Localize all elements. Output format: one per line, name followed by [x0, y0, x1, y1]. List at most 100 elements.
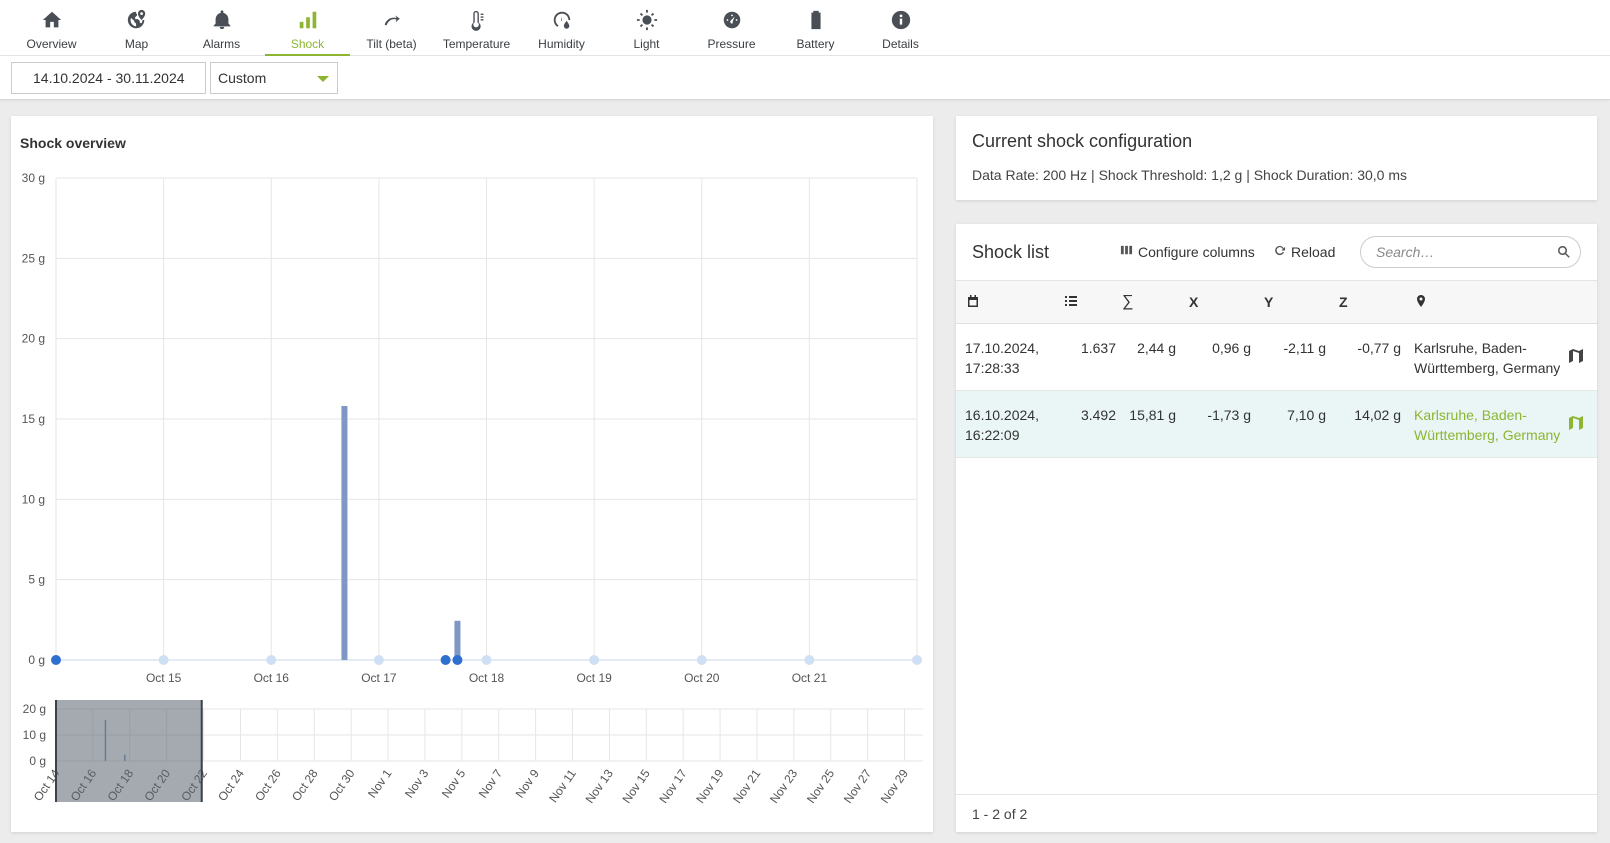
data-point: [912, 655, 922, 665]
columns-icon: [1120, 244, 1133, 260]
nav-shock[interactable]: Shock: [265, 0, 350, 56]
nav-x-tick-label: Nov 13: [583, 766, 616, 805]
cell-x: -1,73 g: [1207, 407, 1251, 423]
x-tick-label: Oct 17: [361, 671, 397, 685]
data-point: [589, 655, 600, 665]
nav-details[interactable]: Details: [858, 0, 943, 56]
nav-x-tick-label: Oct 30: [326, 766, 358, 803]
nav-y-tick-label: 0 g: [29, 754, 46, 768]
configure-columns-label: Configure columns: [1138, 244, 1255, 260]
cell-location: Karlsruhe, Baden- Württemberg, Germany: [1414, 340, 1561, 376]
y-tick-label: 5 g: [28, 573, 45, 587]
nav-battery[interactable]: Battery: [773, 0, 858, 56]
pagination-info: 1 - 2 of 2: [972, 806, 1028, 822]
date-range-input[interactable]: 14.10.2024 - 30.11.2024: [11, 62, 206, 94]
nav-x-tick-label: Nov 29: [878, 766, 911, 805]
reload-button[interactable]: Reload: [1273, 244, 1335, 260]
nav-label: Alarms: [202, 37, 241, 51]
col-sum[interactable]: ∑: [1122, 293, 1133, 311]
col-x[interactable]: X: [1189, 294, 1198, 310]
tilt-arrow-icon: [349, 9, 434, 33]
nav-x-tick-label: Nov 9: [513, 766, 543, 800]
y-tick-label: 15 g: [22, 412, 45, 426]
nav-x-tick-label: Nov 15: [619, 766, 652, 805]
nav-map[interactable]: Map: [94, 0, 179, 56]
pressure-gauge-icon: [689, 9, 774, 33]
search-field[interactable]: [1360, 236, 1581, 268]
nav-y-tick-label: 20 g: [23, 702, 46, 716]
location-pin-icon[interactable]: [1414, 294, 1428, 311]
list-count-icon[interactable]: [1064, 294, 1078, 311]
nav-x-tick-label: Nov 5: [439, 766, 469, 800]
nav-x-tick-label: Nov 17: [656, 766, 689, 805]
list-title: Shock list: [972, 242, 1050, 262]
data-point: [51, 655, 61, 665]
shock-chart[interactable]: 30 g 25 g 20 g 15 g 10 g 5 g 0 g Oct 15 Oct 16 Oc…: [11, 116, 933, 832]
nav-overview[interactable]: Overview: [9, 0, 94, 56]
humidity-gauge-icon: [519, 9, 604, 33]
info-icon: [858, 9, 943, 33]
table-row[interactable]: 17.10.2024, 17:28:33 1.637 2,44 g 0,96 g …: [956, 324, 1597, 391]
y-tick-label: 0 g: [28, 653, 45, 667]
shock-config-panel: Current shock configuration Data Rate: 2…: [956, 116, 1597, 200]
nav-label: Map: [124, 37, 149, 51]
map-icon[interactable]: [1569, 348, 1583, 364]
nav-x-tick-label: Nov 7: [476, 766, 506, 800]
period-select[interactable]: Custom: [210, 62, 338, 94]
data-point: [804, 655, 815, 665]
x-tick-label: Oct 19: [576, 671, 612, 685]
nav-x-tick-label: Oct 28: [289, 766, 321, 803]
cell-location: Karlsruhe, Baden- Württemberg, Germany: [1414, 407, 1561, 443]
nav-alarms[interactable]: Alarms: [179, 0, 264, 56]
search-icon[interactable]: [1557, 245, 1571, 259]
nav-label: Humidity: [538, 37, 585, 51]
data-point: [452, 655, 463, 665]
y-tick-label: 30 g: [22, 171, 45, 185]
pagination-footer: 1 - 2 of 2: [956, 794, 1597, 832]
x-tick-label: Oct 20: [684, 671, 720, 685]
x-tick-label: Oct 16: [254, 671, 290, 685]
cell-y: 7,10 g: [1287, 407, 1326, 423]
nav-x-tick-label: Nov 3: [402, 766, 432, 800]
y-tick-label: 20 g: [22, 332, 45, 346]
cell-date: 17.10.2024, 17:28:33: [965, 340, 1039, 376]
cell-z: 14,02 g: [1354, 407, 1401, 423]
cell-sum: 2,44 g: [1137, 340, 1176, 356]
cell-count: 3.492: [1080, 407, 1116, 423]
shock-bar: [341, 405, 348, 660]
nav-label: Temperature: [442, 37, 511, 51]
chevron-down-icon: [317, 76, 329, 82]
nav-x-tick-label: Nov 27: [841, 766, 874, 805]
filter-bar: 14.10.2024 - 30.11.2024 Custom: [0, 56, 1610, 100]
y-tick-label: 10 g: [22, 492, 45, 506]
battery-icon: [773, 9, 858, 33]
configure-columns-button[interactable]: Configure columns: [1120, 244, 1255, 260]
thermometer-icon: [434, 9, 519, 33]
globe-icon: [94, 9, 179, 33]
bar-chart-icon: [265, 9, 350, 33]
x-tick-label: Oct 18: [469, 671, 505, 685]
col-z[interactable]: Z: [1339, 294, 1348, 310]
nav-x-tick-label: Nov 23: [767, 766, 800, 805]
map-icon[interactable]: [1569, 415, 1583, 431]
period-select-value: Custom: [218, 70, 267, 86]
nav-tilt[interactable]: Tilt (beta): [349, 0, 434, 56]
cell-sum: 15,81 g: [1129, 407, 1176, 423]
nav-humidity[interactable]: Humidity: [519, 0, 604, 56]
nav-label: Light: [633, 37, 660, 51]
table-row[interactable]: 16.10.2024, 16:22:09 3.492 15,81 g -1,73 …: [956, 391, 1597, 458]
data-point: [266, 655, 277, 665]
search-input[interactable]: [1376, 244, 1546, 260]
col-y[interactable]: Y: [1264, 294, 1273, 310]
table-header: ∑ X Y Z: [956, 280, 1597, 324]
nav-label: Overview: [26, 37, 77, 51]
config-summary: Data Rate: 200 Hz | Shock Threshold: 1,2…: [972, 167, 1408, 183]
nav-light[interactable]: Light: [604, 0, 689, 56]
shock-overview-panel: Shock overview 30 g 25 g 20 g 15 g 10 g5 g0 …: [11, 116, 933, 832]
data-point: [373, 655, 384, 665]
nav-x-tick-label: Nov 1: [365, 766, 395, 800]
nav-pressure[interactable]: Pressure: [689, 0, 774, 56]
nav-temperature[interactable]: Temperature: [434, 0, 519, 56]
x-tick-label: Oct 21: [792, 671, 828, 685]
calendar-icon[interactable]: [966, 294, 980, 311]
